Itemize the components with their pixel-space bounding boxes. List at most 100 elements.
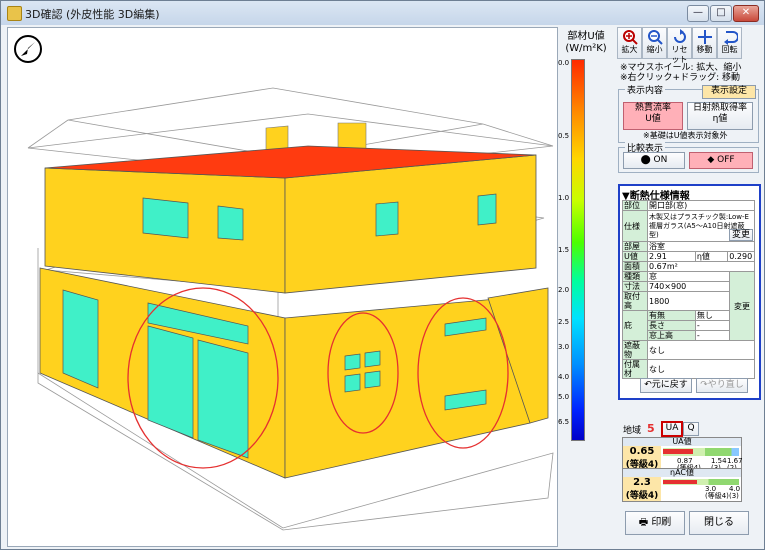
scale-tick: 1.0 (558, 194, 570, 202)
attach-value: なし (647, 359, 755, 379)
part-label: 部位 (622, 200, 648, 211)
compare-on-icon: ⬤ (640, 155, 654, 165)
redo-icon: ↷ (700, 380, 708, 390)
display-settings-button[interactable]: 表示設定 (702, 85, 756, 99)
close-window-button[interactable]: ✕ (733, 5, 759, 22)
shade-value: なし (647, 340, 755, 360)
eta-grade: (等級4) (625, 491, 659, 501)
table-row: U値 2.91 η値 0.290 (622, 251, 755, 262)
change-spec-button[interactable]: 変更 (729, 229, 753, 241)
rotate-button[interactable]: 回転 (717, 27, 742, 59)
room-value: 浴室 (647, 241, 755, 252)
table-row: 遮蔽物 なし (622, 340, 755, 360)
attach-label: 付属材 (622, 359, 648, 379)
eave-length-label: 長さ (647, 320, 696, 331)
eta-value: 0.290 (727, 251, 755, 262)
scale-tick: 6.5 (558, 418, 570, 426)
eta-value: 2.3 (633, 477, 651, 488)
color-gradient-bar (571, 59, 585, 441)
eta-label: η値 (694, 251, 729, 262)
table-row: 付属材 なし (622, 359, 755, 379)
zoom-in-label: 拡大 (621, 45, 638, 54)
print-button[interactable]: 🖶 印刷 (625, 511, 685, 535)
3d-viewport[interactable] (7, 27, 558, 547)
table-row: 部屋 浴室 (622, 241, 755, 252)
ua-header: UA値 (623, 438, 741, 446)
scale-title-line1: 部材U値 (567, 31, 605, 42)
zoom-out-label: 縮小 (646, 45, 663, 54)
close-button[interactable]: 閉じる (689, 511, 749, 535)
solar-label-line2: η値 (712, 114, 728, 124)
foundation-note: ※基礎はU値表示対象外 (643, 131, 728, 140)
printer-icon: 🖶 (638, 517, 652, 528)
spec-table: 部位 開口部(窓) 仕様 木製又はプラスチック製:Low-E複層ガラス(A5〜A10… (622, 200, 755, 379)
solar-label-line1: 日射熱取得率 (692, 103, 747, 113)
scale-tick: 2.0 (558, 286, 570, 294)
move-icon (697, 30, 712, 44)
undo-button[interactable]: ↶元に戻す (640, 378, 692, 393)
eta-tick-2: 4.0 (3) (729, 486, 740, 500)
heat-flow-label-line2: U値 (645, 114, 661, 124)
ua-value: 0.65 (629, 446, 655, 457)
compare-off-button[interactable]: ◆ OFF (689, 152, 753, 169)
eta-value-box: 2.3 (等級4) (623, 477, 661, 501)
print-label: 印刷 (651, 517, 672, 528)
rotate-icon (723, 31, 738, 45)
eta-tick-1-grade: (等級4) (705, 492, 729, 500)
reset-label: リセット (671, 45, 688, 64)
compare-on-label: ON (653, 155, 668, 165)
table-row: 仕様 木製又はプラスチック製:Low-E複層ガラス(A5〜A10日射遮蔽型) 変更 (622, 210, 755, 242)
heat-flow-u-value-button[interactable]: 熱貫流率 U値 (623, 102, 683, 130)
scale-tick: 2.5 (558, 318, 570, 326)
solar-heat-eta-button[interactable]: 日射熱取得率 η値 (687, 102, 753, 130)
compare-off-label: OFF (717, 155, 735, 165)
scale-tick: 1.5 (558, 246, 570, 254)
part-value: 開口部(窓) (647, 200, 755, 211)
reset-icon (673, 29, 686, 43)
house-3d-model (27, 87, 554, 531)
spec-label: 仕様 (622, 210, 648, 242)
move-button[interactable]: 移動 (692, 27, 717, 59)
zoom-out-icon (647, 30, 663, 45)
zoom-in-button[interactable]: 拡大 (617, 27, 642, 59)
hint-move: ※右クリック+ドラッグ: 移動 (620, 73, 740, 83)
scale-tick: 4.0 (558, 373, 570, 381)
eta-header: ηAC値 (623, 469, 741, 477)
u-value: 2.91 (647, 251, 696, 262)
u-value-color-scale: 部材U値 (W/m²K) 0.0 0.5 1.0 1.5 2.0 2.5 3.0… (558, 27, 613, 445)
shade-label: 遮蔽物 (622, 340, 648, 360)
size-value: 740×900 (647, 281, 730, 292)
area-label: 面積 (622, 261, 648, 272)
eta-tick-1: 3.0 (等級4) (705, 486, 729, 500)
minimize-button[interactable]: — (687, 5, 709, 22)
change-window-button[interactable]: 変更 (729, 271, 755, 341)
redo-button[interactable]: ↷やり直し (696, 378, 748, 393)
ua-value-fill (663, 449, 693, 454)
move-label: 移動 (696, 45, 713, 54)
spec-value-cell: 木製又はプラスチック製:Low-E複層ガラス(A5〜A10日射遮蔽型) 変更 (647, 210, 755, 242)
display-group-label: 表示内容 (625, 83, 666, 96)
eave-exist-label: 有無 (647, 310, 696, 321)
height-label: 取付高 (622, 291, 648, 311)
size-label: 寸法 (622, 281, 648, 292)
compare-on-button[interactable]: ⬤ ON (623, 152, 685, 169)
rotate-label: 回転 (721, 45, 738, 54)
type-label: 種類 (622, 271, 648, 282)
compare-off-icon: ◆ (707, 155, 718, 165)
ua-tab[interactable]: UA (661, 421, 683, 437)
room-label: 部屋 (622, 241, 648, 252)
scale-tick: 0.5 (558, 132, 570, 140)
eta-value-fill (663, 480, 698, 484)
app-window: 3D確認 (外皮性能 3D編集) — □ ✕ 部材U値 (W/m²K) 0.0 … (0, 0, 765, 550)
eave-label: 庇 (622, 310, 648, 341)
eta-value-gauge: ηAC値 2.3 (等級4) 3.0 (等級4) 4.0 (3) (622, 468, 742, 502)
zoom-out-button[interactable]: 縮小 (642, 27, 667, 59)
q-tab[interactable]: Q (683, 422, 699, 436)
heat-flow-label-line1: 熱貫流率 (634, 103, 671, 113)
title-bar: 3D確認 (外皮性能 3D編集) — □ ✕ (1, 1, 764, 25)
reset-button[interactable]: リセット (667, 27, 692, 64)
maximize-button[interactable]: □ (710, 5, 732, 22)
insulation-spec-panel: ▼断熱仕様情報 部位 開口部(窓) 仕様 木製又はプラスチック製:Low-E複層ガラ… (618, 184, 761, 400)
scale-title-line2: (W/m²K) (565, 43, 607, 54)
hint-zoom: ※マウスホイール: 拡大、縮小 (620, 63, 742, 73)
